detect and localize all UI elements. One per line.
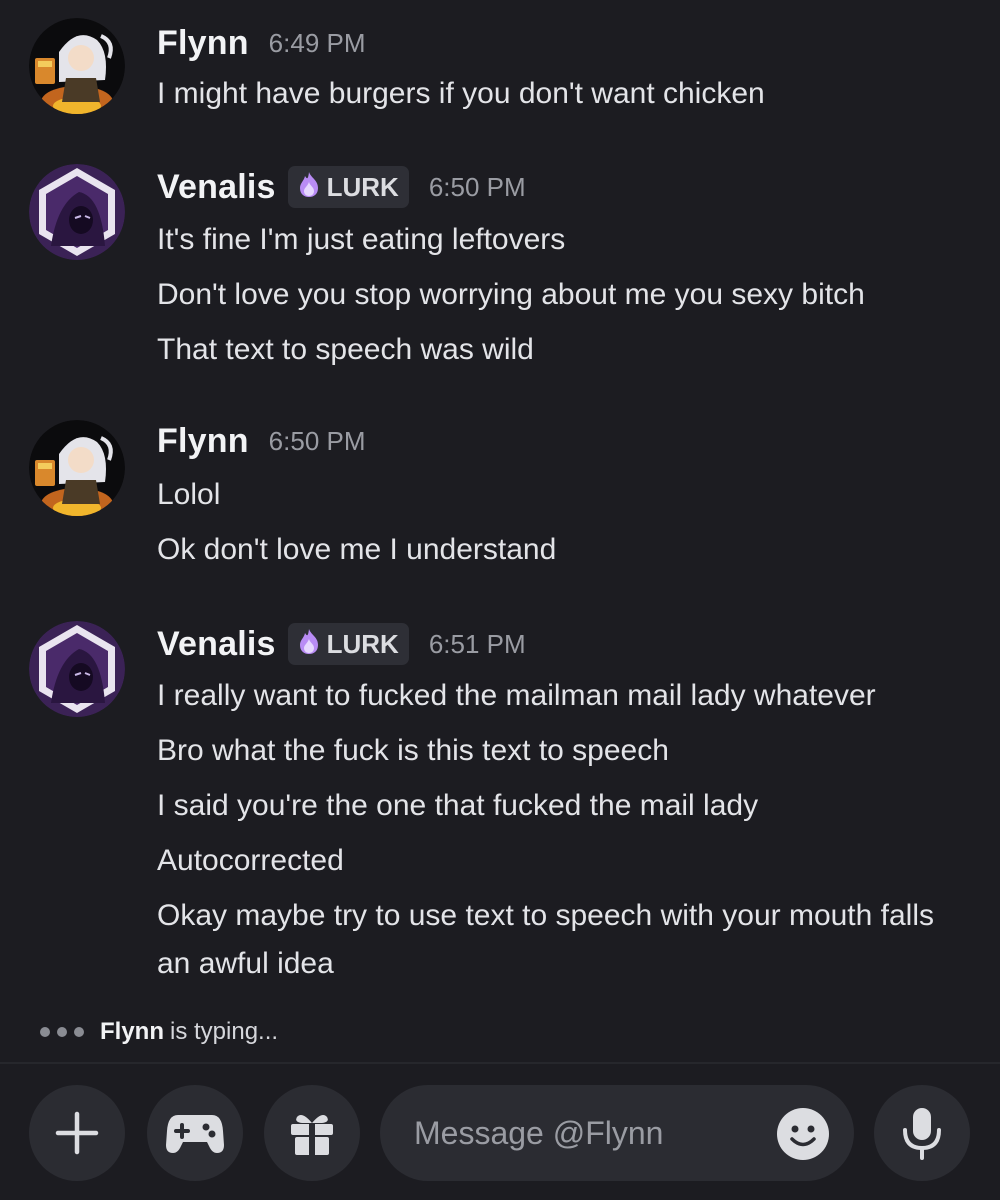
username[interactable]: Flynn <box>157 24 249 63</box>
plus-icon <box>55 1111 99 1155</box>
tag-label: LURK <box>326 171 399 202</box>
message-text[interactable]: Ok don't love me I understand <box>157 526 977 574</box>
typing-dots-icon <box>40 1027 84 1037</box>
activities-button[interactable] <box>147 1085 243 1181</box>
clan-tag[interactable]: LURK <box>287 623 409 665</box>
typing-user: Flynn <box>100 1018 164 1045</box>
tag-label: LURK <box>326 628 399 659</box>
gamepad-icon <box>166 1115 224 1153</box>
avatar-flynn[interactable] <box>29 18 125 114</box>
message-text[interactable]: Autocorrected <box>157 837 977 885</box>
timestamp: 6:50 PM <box>268 426 366 456</box>
timestamp: 6:50 PM <box>428 171 526 202</box>
message-text[interactable]: I said you're the one that fucked the ma… <box>157 782 977 830</box>
message-header: Flynn 6:50 PM <box>157 422 366 461</box>
message-header: Venalis LURK 6:50 PM <box>157 166 526 208</box>
message-text[interactable]: I might have burgers if you don't want c… <box>157 70 977 118</box>
username[interactable]: Venalis <box>157 625 276 664</box>
message-composer[interactable] <box>380 1085 854 1181</box>
avatar-venalis[interactable] <box>29 621 125 717</box>
username[interactable]: Flynn <box>157 422 249 461</box>
typing-indicator: Flynn is typing... <box>40 1018 278 1046</box>
message-header: Venalis LURK 6:51 PM <box>157 623 526 665</box>
message-text[interactable]: It's fine I'm just eating leftovers <box>157 216 977 264</box>
message-text[interactable]: Don't love you stop worrying about me yo… <box>157 271 977 319</box>
message-text[interactable]: Lolol <box>157 471 977 519</box>
message-input[interactable] <box>412 1113 756 1153</box>
message-text[interactable]: Okay maybe try to use text to speech wit… <box>157 892 957 988</box>
message-text[interactable]: That text to speech was wild <box>157 326 977 374</box>
avatar-flynn[interactable] <box>29 420 125 516</box>
dm-chat: Flynn 6:49 PM I might have burgers if yo… <box>0 0 1000 1200</box>
gift-icon <box>291 1115 333 1155</box>
voice-message-button[interactable] <box>874 1085 970 1181</box>
emoji-icon <box>777 1108 829 1160</box>
attach-button[interactable] <box>29 1085 125 1181</box>
emoji-button[interactable] <box>776 1107 830 1161</box>
avatar-venalis[interactable] <box>29 164 125 260</box>
message-text[interactable]: I really want to fucked the mailman mail… <box>157 672 977 720</box>
flame-icon <box>296 170 322 205</box>
clan-tag[interactable]: LURK <box>287 166 409 208</box>
flame-icon <box>296 627 322 662</box>
username[interactable]: Venalis <box>157 168 276 207</box>
timestamp: 6:49 PM <box>268 28 366 58</box>
composer-divider <box>0 1062 1000 1064</box>
message-text[interactable]: Bro what the fuck is this text to speech <box>157 727 977 775</box>
message-header: Flynn 6:49 PM <box>157 24 366 63</box>
timestamp: 6:51 PM <box>428 628 526 659</box>
gift-button[interactable] <box>264 1085 360 1181</box>
microphone-icon <box>903 1108 941 1160</box>
typing-text: is typing... <box>170 1018 279 1045</box>
